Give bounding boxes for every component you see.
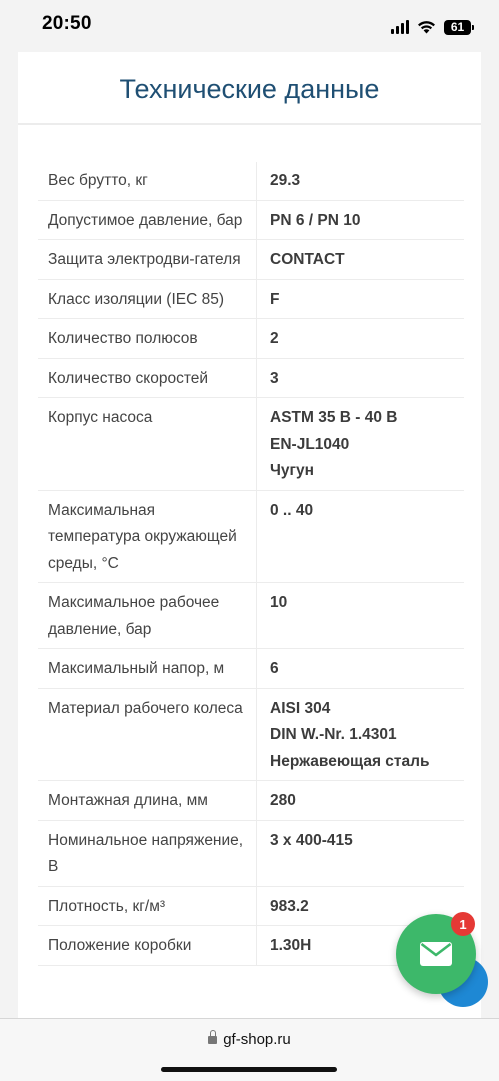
spec-value: 0 .. 40 xyxy=(256,490,464,583)
spec-value: AISI 304 DIN W.-Nr. 1.4301 Нержавеющая ста… xyxy=(256,688,464,781)
spec-row: Допустимое давление, бар PN 6 / PN 10 xyxy=(38,200,464,240)
spec-label: Допустимое давление, бар xyxy=(38,200,257,240)
spec-row: Защита электродви-гателя CONTACT xyxy=(38,239,464,280)
spec-value-line: EN-JL1040 xyxy=(270,435,350,453)
spec-row: Материал рабочего колеса AISI 304 DIN W.-N… xyxy=(38,688,464,781)
status-time: 20:50 xyxy=(42,13,92,34)
spec-label: Номинальное напряжение, В xyxy=(38,820,257,887)
spec-row: Класс изоляции (IEC 85) F xyxy=(38,279,464,319)
spec-label: Материал рабочего колеса xyxy=(38,688,257,781)
spec-value-line: DIN W.-Nr. 1.4301 xyxy=(270,726,397,743)
home-indicator xyxy=(161,1067,337,1072)
spec-value-line: CONTACT xyxy=(270,251,345,268)
spec-row: Количество скоростей 3 xyxy=(38,358,464,398)
spec-value: 280 xyxy=(256,780,464,821)
spec-value: F xyxy=(256,279,464,319)
spec-value-line: Чугун xyxy=(270,462,314,479)
spec-row: Монтажная длина, мм 280 xyxy=(38,780,464,821)
spec-row: Максимальная температура окружающей сред… xyxy=(38,490,464,583)
spec-value-line: 3 xyxy=(270,369,279,387)
spec-value: 6 xyxy=(256,648,464,689)
spec-label: Монтажная длина, мм xyxy=(38,780,257,821)
spec-value-line: 10 xyxy=(270,594,288,611)
spec-value-line: 6 xyxy=(270,660,279,677)
spec-value-line: 2 xyxy=(270,330,279,347)
spec-value: 10 xyxy=(256,582,464,649)
spec-value: 3 xyxy=(256,358,464,398)
mail-icon xyxy=(420,942,452,966)
spec-value: ASTM 35 B - 40 B EN-JL1040 Чугун xyxy=(256,397,464,491)
spec-label: Защита электродви-гателя xyxy=(38,239,257,280)
spec-value-line: Нержавеющая сталь xyxy=(270,752,430,770)
card-header: Технические данные xyxy=(18,52,481,125)
spec-row: Максимальное рабочее давление, бар 10 xyxy=(38,582,464,649)
spec-value-line: PN 6 / PN 10 xyxy=(270,211,361,229)
spec-value-line: F xyxy=(270,290,280,308)
notification-badge: 1 xyxy=(451,912,475,936)
spec-value: 3 x 400-415 xyxy=(256,820,464,887)
status-bar: 20:50 61 xyxy=(0,0,499,52)
spec-value-line: 3 x 400-415 xyxy=(270,831,353,849)
spec-value-line: ASTM 35 B - 40 B xyxy=(270,409,398,426)
spec-label: Класс изоляции (IEC 85) xyxy=(38,279,257,319)
spec-row: Максимальный напор, м 6 xyxy=(38,648,464,689)
spec-label: Максимальный напор, м xyxy=(38,648,257,689)
spec-value: 29.3 xyxy=(256,162,464,201)
browser-bottom-bar: gf-shop.ru xyxy=(0,1018,499,1081)
spec-label: Максимальная температура окружающей сред… xyxy=(38,490,257,583)
spec-row: Количество полюсов 2 xyxy=(38,318,464,359)
wifi-icon xyxy=(418,21,435,34)
specs-card: Технические данные Вес брутто, кг 29.3 Доп… xyxy=(18,52,481,1018)
spec-label: Плотность, кг/м³ xyxy=(38,886,257,926)
spec-label: Максимальное рабочее давление, бар xyxy=(38,582,257,649)
page-title: Технические данные xyxy=(119,74,380,104)
spec-row: Плотность, кг/м³ 983.2 xyxy=(38,886,464,926)
address-bar[interactable]: gf-shop.ru xyxy=(0,1030,499,1048)
spec-value: 2 xyxy=(256,318,464,359)
spec-row: Номинальное напряжение, В 3 x 400-415 xyxy=(38,820,464,887)
signal-icon xyxy=(391,20,409,34)
spec-row: Вес брутто, кг 29.3 xyxy=(38,162,464,201)
spec-value-line: 280 xyxy=(270,792,296,809)
spec-label: Вес брутто, кг xyxy=(38,162,257,201)
specs-table: Вес брутто, кг 29.3 Допустимое давление, б… xyxy=(38,162,464,966)
spec-row: Корпус насоса ASTM 35 B - 40 B EN-JL1040 Чу… xyxy=(38,397,464,491)
spec-label: Корпус насоса xyxy=(38,397,257,491)
url-text: gf-shop.ru xyxy=(223,1031,291,1048)
status-icons: 61 xyxy=(391,17,474,37)
spec-value-line: 29.3 xyxy=(270,172,301,189)
spec-label: Количество полюсов xyxy=(38,318,257,359)
spec-value: CONTACT xyxy=(256,239,464,280)
spec-value-line: AISI 304 xyxy=(270,699,331,717)
lock-icon xyxy=(208,1030,218,1044)
spec-value-line: 0 .. 40 xyxy=(270,501,314,519)
spec-label: Количество скоростей xyxy=(38,358,257,398)
spec-label: Положение коробки xyxy=(38,925,257,966)
spec-value: PN 6 / PN 10 xyxy=(256,200,464,240)
battery-icon: 61 xyxy=(444,19,474,35)
